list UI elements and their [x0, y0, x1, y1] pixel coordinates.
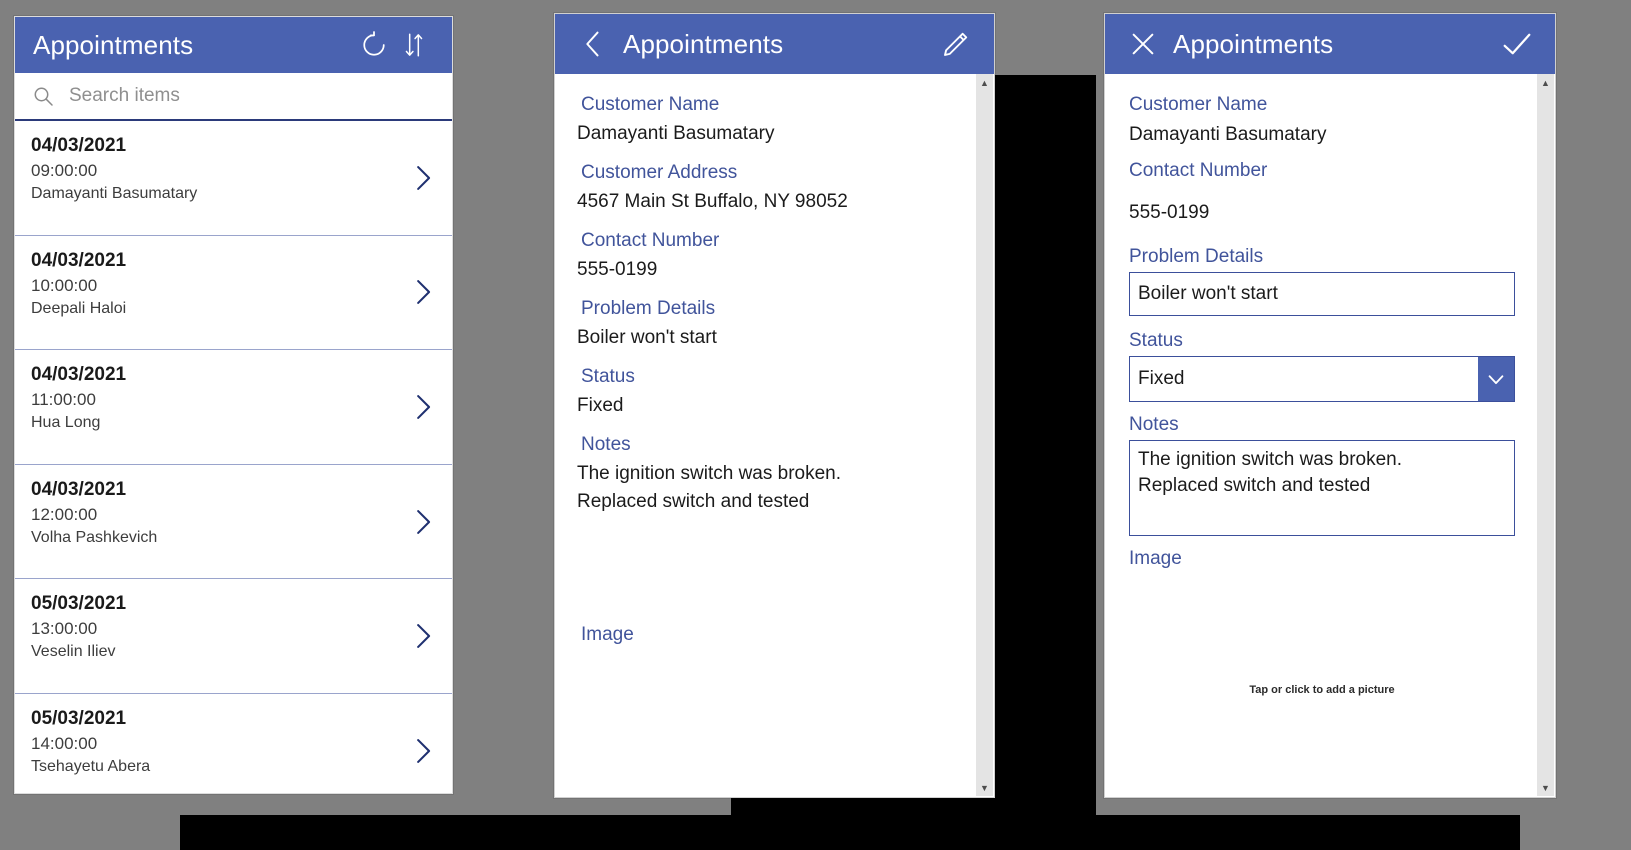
- field-label-notes: Notes: [1129, 414, 1179, 435]
- field-value-problem-details: Boiler won't start: [577, 327, 717, 348]
- list-item-name: Volha Pashkevich: [31, 528, 158, 546]
- list-item-date: 05/03/2021: [31, 593, 127, 615]
- list-item-date: 04/03/2021: [31, 478, 127, 500]
- field-value-status: Fixed: [577, 395, 624, 416]
- list-item-date: 04/03/2021: [31, 249, 127, 271]
- chevron-right-icon[interactable]: [408, 505, 438, 539]
- list-item-name: Tsehayetu Abera: [31, 757, 151, 775]
- close-icon[interactable]: [1123, 24, 1163, 64]
- field-label-customer-address: Customer Address: [581, 162, 738, 183]
- list-item-time: 14:00:00: [31, 733, 98, 753]
- problem-details-input[interactable]: [1129, 272, 1515, 316]
- field-label-image: Image: [581, 624, 634, 645]
- notes-textarea[interactable]: [1129, 440, 1515, 536]
- list-item-name: Damayanti Basumatary: [31, 185, 198, 202]
- field-label-status: Status: [1129, 330, 1183, 351]
- field-label-customer-name: Customer Name: [581, 94, 720, 115]
- image-upload-hint: Tap or click to add a picture: [1249, 684, 1395, 696]
- field-label-problem-details: Problem Details: [1129, 246, 1264, 267]
- field-value-contact-number: 555-0199: [1129, 202, 1210, 223]
- status-dropdown-value: Fixed: [1138, 368, 1185, 389]
- search-bar[interactable]: [15, 73, 452, 121]
- edit-screen-panel: Appointments Customer Name Damayanti Bas…: [1104, 13, 1556, 798]
- field-label-customer-name: Customer Name: [1129, 94, 1268, 115]
- list-item-time: 10:00:00: [31, 275, 98, 295]
- pencil-icon[interactable]: [936, 24, 976, 64]
- edit-form: Customer Name Damayanti Basumatary Conta…: [1105, 74, 1537, 797]
- scroll-down-arrow-icon[interactable]: ▼: [976, 779, 993, 796]
- list-item[interactable]: 04/03/2021 11:00:00 Hua Long: [15, 350, 452, 465]
- list-item[interactable]: 04/03/2021 12:00:00 Volha Pashkevich: [15, 464, 452, 580]
- list-item-name: Veselin Iliev: [31, 643, 116, 661]
- list-item-time: 12:00:00: [31, 504, 98, 524]
- chevron-right-icon[interactable]: [408, 619, 438, 653]
- appointments-list[interactable]: 04/03/2021 09:00:00 Damayanti Basumatary…: [15, 121, 452, 791]
- chevron-right-icon[interactable]: [408, 390, 438, 424]
- list-item-time: 09:00:00: [31, 161, 98, 180]
- field-label-status: Status: [581, 366, 635, 387]
- field-value-customer-name: Damayanti Basumatary: [1129, 124, 1327, 145]
- screenshot-stage: Appointments Search items 04/03/2021 09:…: [0, 0, 1631, 850]
- field-label-notes: Notes: [581, 434, 631, 455]
- detail-vertical-scrollbar[interactable]: ▲ ▼: [976, 74, 993, 796]
- scroll-up-arrow-icon[interactable]: ▲: [976, 74, 993, 91]
- chevron-right-icon[interactable]: [408, 275, 438, 309]
- list-item[interactable]: 05/03/2021 14:00:00 Tsehayetu Abera: [15, 693, 452, 791]
- edit-app-bar: Appointments: [1105, 14, 1555, 74]
- field-value-contact-number: 555-0199: [577, 259, 658, 280]
- detail-screen-panel: Appointments Customer Name Damayanti Bas…: [554, 13, 995, 798]
- list-item-name: Hua Long: [31, 414, 101, 432]
- list-item-time: 11:00:00: [31, 390, 96, 410]
- list-item-time: 13:00:00: [31, 619, 98, 639]
- chevron-left-icon[interactable]: [573, 24, 613, 64]
- field-value-notes: The ignition switch was broken. Replaced…: [577, 463, 842, 512]
- field-label-problem-details: Problem Details: [581, 298, 716, 319]
- sort-icon[interactable]: [394, 25, 434, 65]
- edit-title: Appointments: [1173, 28, 1334, 59]
- list-item-date: 05/03/2021: [31, 707, 127, 729]
- browse-app-bar: Appointments: [15, 17, 452, 73]
- scroll-track[interactable]: [1537, 91, 1554, 779]
- list-item-date: 04/03/2021: [31, 135, 127, 156]
- detail-title: Appointments: [623, 28, 784, 59]
- scroll-up-arrow-icon[interactable]: ▲: [1537, 74, 1554, 91]
- edit-vertical-scrollbar[interactable]: ▲ ▼: [1537, 74, 1554, 796]
- field-value-customer-name: Damayanti Basumatary: [577, 123, 775, 144]
- scroll-track[interactable]: [976, 91, 993, 779]
- detail-fields: Customer Name Damayanti Basumatary Custo…: [555, 74, 976, 797]
- detail-app-bar: Appointments: [555, 14, 994, 74]
- checkmark-icon[interactable]: [1497, 24, 1537, 64]
- field-label-image: Image: [1129, 548, 1182, 569]
- chevron-right-icon[interactable]: [408, 734, 438, 768]
- list-item[interactable]: 05/03/2021 13:00:00 Veselin Iliev: [15, 579, 452, 694]
- field-label-contact-number: Contact Number: [581, 230, 720, 251]
- field-value-customer-address: 4567 Main St Buffalo, NY 98052: [577, 191, 848, 212]
- search-input[interactable]: [67, 84, 438, 108]
- scroll-down-arrow-icon[interactable]: ▼: [1537, 779, 1554, 796]
- browse-screen-panel: Appointments Search items 04/03/2021 09:…: [14, 16, 453, 794]
- chevron-down-icon[interactable]: [1478, 357, 1514, 401]
- chevron-right-icon[interactable]: [408, 161, 438, 195]
- list-item-date: 04/03/2021: [31, 364, 127, 386]
- search-icon: [31, 83, 57, 109]
- image-upload-dropzone[interactable]: Tap or click to add a picture: [1129, 630, 1515, 750]
- status-dropdown[interactable]: Fixed: [1129, 356, 1515, 402]
- list-item[interactable]: 04/03/2021 10:00:00 Deepali Haloi: [15, 235, 452, 351]
- list-item-name: Deepali Haloi: [31, 299, 127, 317]
- field-label-contact-number: Contact Number: [1129, 160, 1268, 181]
- browse-title: Appointments: [33, 29, 194, 60]
- background-window-taskbar: [180, 815, 1520, 850]
- refresh-icon[interactable]: [354, 25, 394, 65]
- list-item[interactable]: 04/03/2021 09:00:00 Damayanti Basumatary: [15, 121, 452, 236]
